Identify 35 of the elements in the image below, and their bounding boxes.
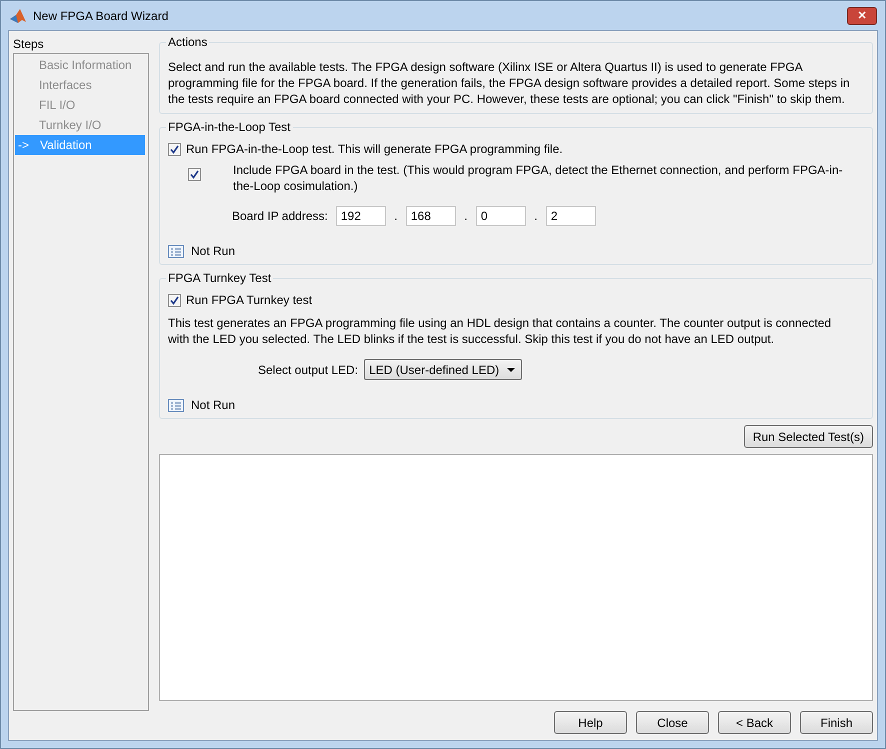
checkbox-label: Run FPGA-in-the-Loop test. This will generate FPGA programming file. xyxy=(186,142,563,156)
footer-button[interactable]: Finish xyxy=(800,711,873,734)
ip-field[interactable]: 0 xyxy=(476,206,526,226)
footer-button[interactable]: Help xyxy=(554,711,627,734)
checkbox-label: Include FPGA board in the test. (This would program FPGA, detect the Ethernet connection, and perform FPGA-in-the-Loop cosimulation.) xyxy=(233,162,844,194)
checkbox-label: Run FPGA Turnkey test xyxy=(186,293,312,307)
group-title: FPGA Turnkey Test xyxy=(167,271,272,285)
close-button[interactable]: ✕ xyxy=(847,6,877,24)
field-label: Board IP address: xyxy=(232,209,328,223)
ip-separator: . xyxy=(393,209,399,223)
ip-field[interactable]: 192 xyxy=(336,206,386,226)
list-icon xyxy=(168,244,184,258)
status-text: Not Run xyxy=(191,244,236,258)
ip-separator: . xyxy=(533,209,539,223)
window-title: New FPGA Board Wizard xyxy=(33,8,168,22)
ip-field[interactable]: 168 xyxy=(406,206,456,226)
status-text: Not Run xyxy=(191,398,236,412)
steps-title: Steps xyxy=(13,36,45,53)
ip-separator: . xyxy=(463,209,469,223)
group-title: FPGA-in-the-Loop Test xyxy=(167,120,292,134)
caret-icon xyxy=(507,368,516,372)
group-title: Actions xyxy=(167,35,208,49)
app-logo-icon xyxy=(9,8,27,24)
run-tests-button[interactable]: Run Selected Test(s) xyxy=(744,425,873,448)
footer-button[interactable]: Close xyxy=(636,711,709,734)
ip-field[interactable]: 2 xyxy=(546,206,596,226)
checkbox[interactable] xyxy=(168,294,181,306)
actions-description: Select and run the available tests. The FPGA design software (Xilinx ISE or Altera Quartus II) is used to generate FPGA programming file for the FPGA board. If the generation fails, the FPGA design software provides a detailed report. Some steps in the tests require an FPGA board connected with your PC. However, these tests are optional; you can click "Finish" to skip them. xyxy=(168,59,851,107)
footer-button[interactable]: < Back xyxy=(718,711,791,734)
checkbox[interactable] xyxy=(168,142,181,156)
led-dropdown[interactable]: LED (User-defined LED) xyxy=(364,359,522,380)
test-description: This test generates an FPGA programming file using an HDL design that contains a counter. The counter output is connected with the LED you selected. The LED blinks if the test is successful. Skip this test if you do not have an LED output. xyxy=(168,315,832,347)
checkbox[interactable] xyxy=(188,168,201,181)
list-icon xyxy=(168,398,184,412)
field-label: Select output LED: xyxy=(258,362,358,376)
